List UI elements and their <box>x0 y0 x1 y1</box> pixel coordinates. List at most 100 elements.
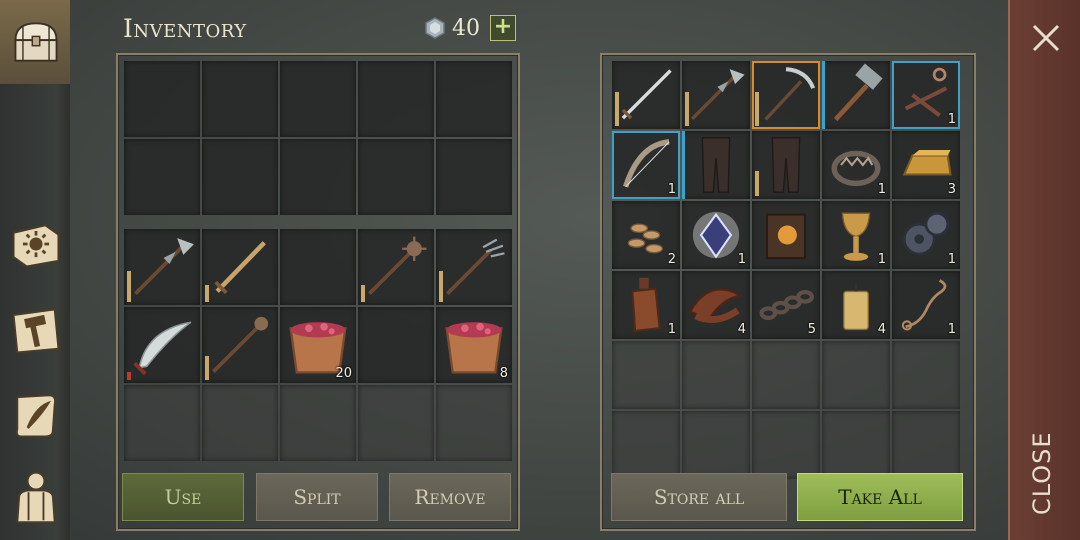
item-quantity: 3 <box>947 182 956 197</box>
empty-slot[interactable] <box>358 385 434 461</box>
close-label[interactable]: CLOSE <box>1028 405 1056 515</box>
item-slot[interactable]: 1 <box>612 131 680 199</box>
empty-slot[interactable] <box>358 61 434 137</box>
item-slot[interactable]: 1 <box>822 131 890 199</box>
empty-slot[interactable] <box>202 61 278 137</box>
item-slot[interactable]: 1 <box>892 201 960 269</box>
item-quantity: 1 <box>877 252 886 267</box>
item-quantity: 4 <box>737 322 746 337</box>
item-slot[interactable] <box>752 201 820 269</box>
empty-slot[interactable] <box>822 341 890 409</box>
empty-slot[interactable] <box>892 341 960 409</box>
empty-slot[interactable] <box>892 411 960 479</box>
empty-slot[interactable] <box>822 411 890 479</box>
empty-slot[interactable] <box>358 139 434 215</box>
close-panel[interactable]: CLOSE <box>1008 0 1080 540</box>
storage-grid: 1 1 1 3 2 1 1 1 1 4 5 4 1 <box>612 61 960 479</box>
item-slot[interactable]: 1 <box>612 271 680 339</box>
tab-crafting[interactable] <box>6 300 66 360</box>
close-icon[interactable] <box>1028 20 1064 56</box>
item-slot[interactable] <box>682 61 750 129</box>
hammer-icon <box>833 63 883 122</box>
inventory-grid: 20 8 <box>124 229 512 461</box>
item-slot[interactable] <box>752 131 820 199</box>
empty-slot[interactable] <box>280 385 356 461</box>
durability-bar <box>755 91 759 126</box>
empty-slot[interactable] <box>436 139 512 215</box>
item-quantity: 1 <box>737 252 746 267</box>
durability-bar <box>205 355 209 380</box>
empty-slot[interactable] <box>436 385 512 461</box>
item-quantity: 2 <box>667 252 676 267</box>
chest-icon <box>14 22 58 62</box>
sidebar <box>0 0 70 540</box>
empty-slot[interactable] <box>752 411 820 479</box>
scroll-quill-icon <box>15 394 56 438</box>
tab-inventory[interactable] <box>6 12 66 72</box>
durability-bar <box>755 171 759 196</box>
leather-pants-icon <box>701 137 731 193</box>
book-icon <box>765 213 807 260</box>
item-slot[interactable]: 2 <box>612 201 680 269</box>
item-slot[interactable]: 1 <box>682 201 750 269</box>
empty-slot[interactable] <box>682 341 750 409</box>
item-slot[interactable]: 8 <box>436 307 512 383</box>
empty-slot[interactable] <box>202 139 278 215</box>
item-slot[interactable] <box>822 61 890 129</box>
item-slot[interactable]: 4 <box>822 271 890 339</box>
item-slot[interactable]: 4 <box>682 271 750 339</box>
item-slot[interactable]: 5 <box>752 271 820 339</box>
item-quantity: 1 <box>947 252 956 267</box>
item-slot[interactable] <box>752 61 820 129</box>
item-quantity: 8 <box>499 366 508 381</box>
use-button[interactable]: Use <box>122 473 244 521</box>
remove-button[interactable]: Remove <box>389 473 511 521</box>
durability-bar <box>127 270 131 302</box>
item-slot[interactable]: 1 <box>892 61 960 129</box>
empty-slot[interactable] <box>280 61 356 137</box>
empty-slot[interactable] <box>612 411 680 479</box>
item-slot[interactable]: 1 <box>822 201 890 269</box>
durability-bar <box>127 371 131 380</box>
page-title: Inventory <box>123 14 247 43</box>
item-slot[interactable] <box>358 229 434 305</box>
item-slot[interactable] <box>124 229 200 305</box>
item-slot[interactable]: 1 <box>892 271 960 339</box>
hammer-map-icon <box>12 308 60 354</box>
item-slot[interactable] <box>202 307 278 383</box>
empty-slot[interactable] <box>436 61 512 137</box>
empty-slot[interactable] <box>280 139 356 215</box>
empty-slot[interactable] <box>358 307 434 383</box>
item-slot[interactable]: 3 <box>892 131 960 199</box>
take-all-button[interactable]: Take All <box>797 473 963 521</box>
tab-character[interactable] <box>6 466 66 526</box>
empty-slot[interactable] <box>124 385 200 461</box>
empty-slot[interactable] <box>280 229 356 305</box>
item-slot[interactable] <box>436 229 512 305</box>
store-all-button[interactable]: Store all <box>611 473 787 521</box>
durability-bar <box>615 91 619 126</box>
durability-bar <box>685 91 689 126</box>
item-quantity: 4 <box>877 322 886 337</box>
empty-slot[interactable] <box>612 341 680 409</box>
item-slot[interactable]: 20 <box>280 307 356 383</box>
item-slot[interactable] <box>124 307 200 383</box>
item-quantity: 1 <box>947 322 956 337</box>
empty-slot[interactable] <box>752 341 820 409</box>
currency-amount: 40 <box>452 15 480 41</box>
empty-slot[interactable] <box>124 61 200 137</box>
item-quantity: 1 <box>667 182 676 197</box>
empty-slot[interactable] <box>682 411 750 479</box>
sun-book-icon <box>12 224 60 268</box>
scimitar-icon <box>133 321 192 376</box>
item-slot[interactable] <box>202 229 278 305</box>
empty-slot[interactable] <box>202 385 278 461</box>
tab-journal[interactable] <box>6 384 66 444</box>
sword-icon <box>214 241 266 295</box>
item-slot[interactable] <box>612 61 680 129</box>
empty-slot[interactable] <box>124 139 200 215</box>
tab-skills[interactable] <box>6 214 66 274</box>
split-button[interactable]: Split <box>256 473 378 521</box>
item-slot[interactable] <box>682 131 750 199</box>
add-currency-button[interactable]: + <box>490 15 516 41</box>
